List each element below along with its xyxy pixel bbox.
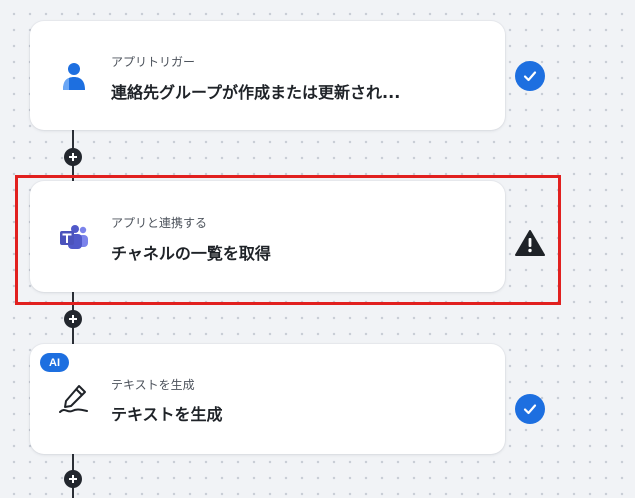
step-complete-check-icon	[515, 394, 545, 424]
step-title: 連絡先グループが作成または更新され...	[111, 83, 401, 102]
ai-badge: AI	[40, 353, 69, 372]
add-step-button[interactable]	[64, 148, 82, 166]
contact-group-person-icon	[54, 56, 94, 96]
step-complete-check-icon	[515, 61, 545, 91]
flow-step-card-ai-action[interactable]: テキストを生成 テキストを生成	[30, 344, 505, 454]
add-step-button[interactable]	[64, 470, 82, 488]
step-type-label: テキストを生成	[111, 378, 195, 392]
highlight-annotation-box	[15, 175, 561, 305]
pen-write-icon	[54, 379, 94, 419]
step-title: テキストを生成	[111, 405, 223, 424]
flow-step-card-trigger[interactable]: アプリトリガー 連絡先グループが作成または更新され...	[30, 21, 505, 130]
add-step-button[interactable]	[64, 310, 82, 328]
step-type-label: アプリトリガー	[111, 55, 196, 69]
